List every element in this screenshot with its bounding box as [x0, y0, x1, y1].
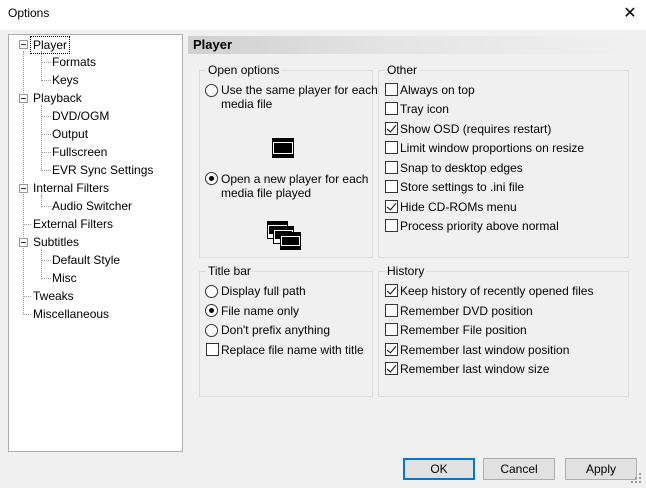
keep-history-label: Keep history of recently opened files	[400, 284, 594, 298]
expand-toggle-playback[interactable]	[19, 94, 28, 103]
remember-window-size-checkbox[interactable]	[385, 362, 398, 375]
tray-icon-checkbox[interactable]	[385, 102, 398, 115]
tree-item-keys[interactable]: Keys	[52, 72, 79, 88]
same-player-label-line2: media file	[221, 97, 273, 111]
tree-item-player[interactable]: Player	[29, 36, 71, 54]
show-osd-label: Show OSD (requires restart)	[400, 122, 552, 136]
tree-item-audio-switcher[interactable]: Audio Switcher	[52, 198, 132, 214]
tree-item-miscellaneous[interactable]: Miscellaneous	[33, 306, 109, 322]
open-options-label: Open options	[206, 63, 282, 77]
process-priority-checkbox[interactable]	[385, 219, 398, 232]
new-player-label-line2: media file played	[221, 186, 312, 200]
remember-dvd-checkbox[interactable]	[385, 304, 398, 317]
store-ini-checkbox[interactable]	[385, 180, 398, 193]
replace-file-name-label: Replace file name with title	[221, 343, 364, 357]
tree-item-external-filters[interactable]: External Filters	[33, 216, 113, 232]
file-name-only-label: File name only	[221, 304, 300, 318]
single-window-icon	[272, 138, 294, 158]
tree-item-dvd-ogm[interactable]: DVD/OGM	[52, 108, 109, 124]
history-label: History	[385, 264, 427, 278]
expand-toggle-player[interactable]	[19, 40, 28, 49]
other-label: Other	[385, 63, 420, 77]
page-header: Player	[188, 36, 637, 54]
page-title: Player	[193, 37, 233, 52]
title-bar-label: Title bar	[206, 264, 253, 278]
multiple-windows-icon	[267, 221, 301, 250]
apply-button[interactable]: Apply	[565, 458, 637, 480]
always-on-top-label: Always on top	[400, 83, 475, 97]
remember-dvd-label: Remember DVD position	[400, 304, 533, 318]
tree-item-evr-sync-settings[interactable]: EVR Sync Settings	[52, 162, 153, 178]
limit-proportions-checkbox[interactable]	[385, 141, 398, 154]
tree-item-default-style[interactable]: Default Style	[52, 252, 120, 268]
same-player-radio[interactable]	[205, 84, 218, 97]
resize-grip-icon[interactable]	[630, 472, 642, 484]
cancel-button[interactable]: Cancel	[483, 458, 555, 480]
tree-item-output[interactable]: Output	[52, 126, 88, 142]
window-titlebar: Options ✕	[0, 0, 646, 30]
window-title: Options	[8, 6, 50, 20]
snap-edges-label: Snap to desktop edges	[400, 161, 523, 175]
remember-window-position-label: Remember last window position	[400, 343, 570, 357]
limit-proportions-label: Limit window proportions on resize	[400, 141, 585, 155]
tree-item-formats[interactable]: Formats	[52, 54, 96, 70]
same-player-label-line1: Use the same player for each	[221, 83, 378, 97]
display-full-path-label: Display full path	[221, 284, 306, 298]
expand-toggle-internal-filters[interactable]	[19, 184, 28, 193]
hide-cdroms-checkbox[interactable]	[385, 200, 398, 213]
remember-file-checkbox[interactable]	[385, 323, 398, 336]
store-ini-label: Store settings to .ini file	[400, 180, 525, 194]
tree-item-subtitles[interactable]: Subtitles	[33, 234, 79, 250]
tree-item-fullscreen[interactable]: Fullscreen	[52, 144, 107, 160]
tree-item-playback[interactable]: Playback	[33, 90, 82, 106]
close-icon[interactable]: ✕	[614, 0, 646, 30]
replace-file-name-checkbox[interactable]	[206, 343, 219, 356]
snap-edges-checkbox[interactable]	[385, 161, 398, 174]
show-osd-checkbox[interactable]	[385, 122, 398, 135]
options-tree[interactable]: Player Formats Keys Playback DVD/OGM Out…	[8, 34, 183, 452]
tree-item-tweaks[interactable]: Tweaks	[33, 288, 74, 304]
remember-window-size-label: Remember last window size	[400, 362, 550, 376]
always-on-top-checkbox[interactable]	[385, 83, 398, 96]
display-full-path-radio[interactable]	[205, 285, 218, 298]
new-player-radio[interactable]	[205, 172, 218, 185]
tray-icon-label: Tray icon	[400, 102, 449, 116]
dont-prefix-label: Don't prefix anything	[221, 323, 331, 337]
hide-cdroms-label: Hide CD-ROMs menu	[400, 200, 517, 214]
file-name-only-radio[interactable]	[205, 304, 218, 317]
dont-prefix-radio[interactable]	[205, 324, 218, 337]
expand-toggle-subtitles[interactable]	[19, 238, 28, 247]
remember-file-label: Remember File position	[400, 323, 527, 337]
tree-item-misc[interactable]: Misc	[52, 270, 77, 286]
ok-button[interactable]: OK	[403, 458, 475, 480]
remember-window-position-checkbox[interactable]	[385, 343, 398, 356]
new-player-label-line1: Open a new player for each	[221, 172, 369, 186]
process-priority-label: Process priority above normal	[400, 219, 559, 233]
tree-item-internal-filters[interactable]: Internal Filters	[33, 180, 109, 196]
keep-history-checkbox[interactable]	[385, 284, 398, 297]
